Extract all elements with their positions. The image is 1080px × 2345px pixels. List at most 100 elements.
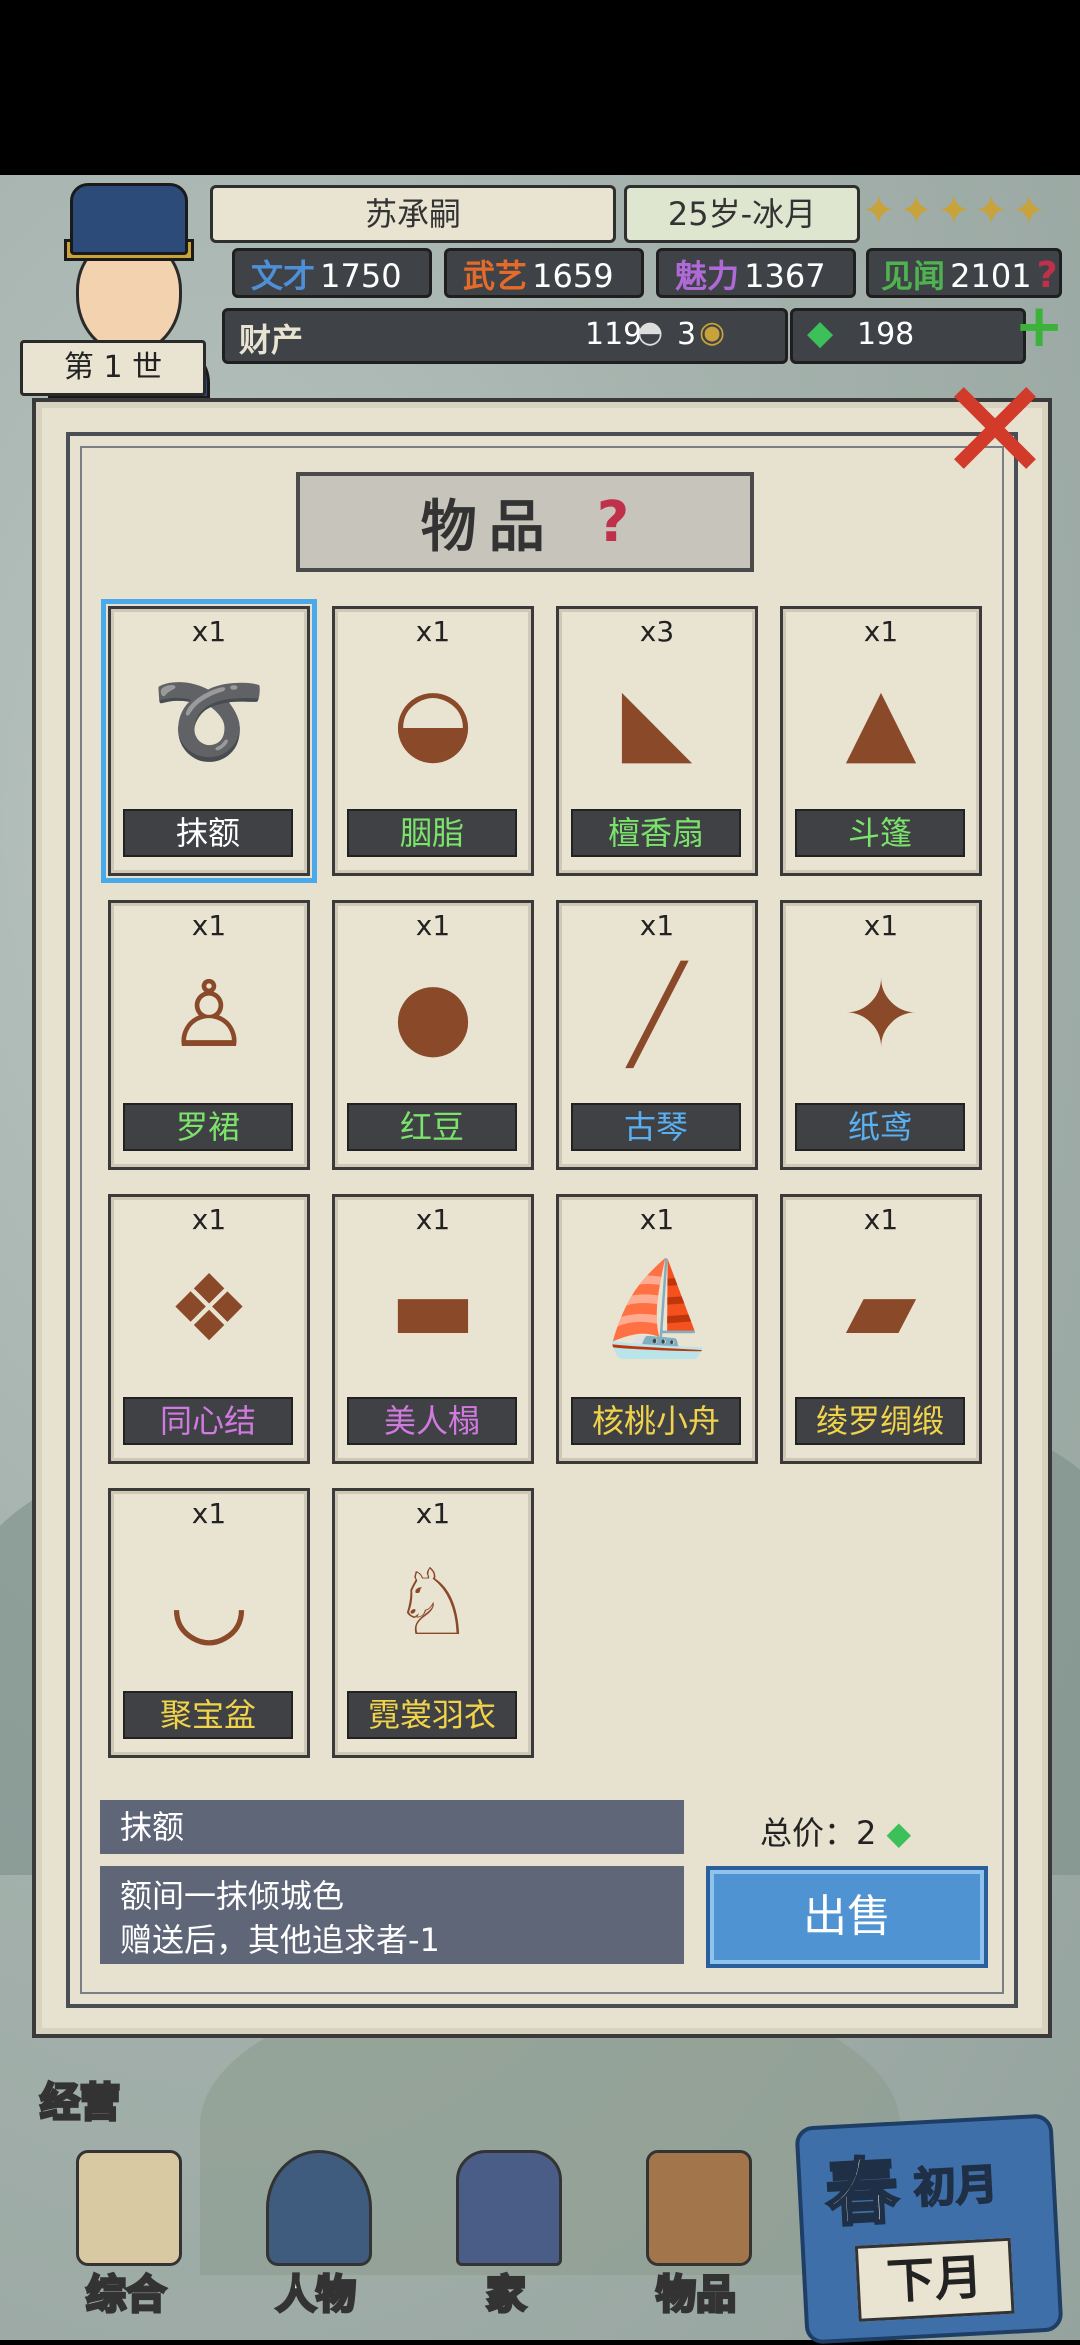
item-name: 抹额 [123, 809, 293, 857]
sell-button[interactable]: 出售 [706, 1866, 988, 1968]
daybed-icon: ▬ [389, 1255, 477, 1362]
season-label: 春 [822, 2146, 901, 2238]
add-jade-button[interactable]: + [1014, 296, 1064, 356]
stat-label: 魅力 [675, 257, 740, 295]
selected-item-name: 抹额 [100, 1800, 684, 1854]
help-icon[interactable]: ? [597, 490, 629, 555]
silk-rolls-icon: ▰ [845, 1255, 917, 1362]
tab-overview[interactable]: 综合 [46, 2140, 206, 2320]
overview-scroll-icon [76, 2150, 182, 2266]
ribbon-headband-icon: ➰ [151, 667, 267, 774]
item-card[interactable]: x1 ✦ 纸鸢 [780, 900, 982, 1170]
item-quantity: x1 [191, 909, 227, 942]
stats-help-icon[interactable]: ? [1037, 255, 1058, 296]
item-quantity: x1 [415, 909, 451, 942]
item-card[interactable]: x1 ▲ 斗篷 [780, 606, 982, 876]
item-quantity: x1 [863, 615, 899, 648]
item-card[interactable]: x1 ● 红豆 [332, 900, 534, 1170]
rank-stars: ✦ ✦ ✦ ✦ ✦ [862, 185, 1052, 237]
silver-ingot-icon: ◓ [637, 315, 664, 350]
stat-literary: 文才 1750 [232, 248, 432, 298]
stat-label: 文才 [251, 257, 316, 295]
tab-items[interactable]: 物品 [616, 2140, 776, 2320]
item-card[interactable]: x1 ❖ 同心结 [108, 1194, 310, 1464]
item-name: 檀香扇 [571, 809, 741, 857]
item-quantity: x3 [639, 615, 675, 648]
jade-icon: ◆ [886, 1814, 912, 1852]
item-card[interactable]: x1 ╱ 古琴 [556, 900, 758, 1170]
wealth-label: 财产 [239, 321, 304, 359]
wealth-bar: 财产 119 ◓ 3 ◉ [222, 308, 788, 364]
rank-star-icon: ✦ [1012, 188, 1046, 234]
item-name: 绫罗绸缎 [795, 1397, 965, 1445]
item-card[interactable]: x1 ▰ 绫罗绸缎 [780, 1194, 982, 1464]
item-card[interactable]: x1 ▬ 美人榻 [332, 1194, 534, 1464]
item-quantity: x1 [639, 1203, 675, 1236]
rank-star-icon: ✦ [937, 188, 971, 234]
next-month-button[interactable]: 春 初月 下月 [794, 2113, 1064, 2345]
cloak-icon: ▲ [845, 667, 917, 774]
feather-robe-icon: ♘ [391, 1549, 475, 1656]
stat-value: 1367 [744, 257, 826, 295]
item-card[interactable]: x1 ♙ 罗裙 [108, 900, 310, 1170]
item-quantity: x1 [863, 909, 899, 942]
kite-icon: ✦ [842, 961, 920, 1068]
next-month-label: 下月 [854, 2237, 1015, 2322]
item-name: 霓裳羽衣 [347, 1691, 517, 1739]
rouge-box-icon: ◒ [392, 667, 474, 774]
item-quantity: x1 [415, 1203, 451, 1236]
total-price: 总价：2 ◆ [760, 1808, 990, 1852]
item-name: 纸鸢 [795, 1103, 965, 1151]
dress-icon: ♙ [167, 961, 251, 1068]
panel-title-plaque: 物品 ? [296, 472, 754, 572]
item-card[interactable]: x1 ◡ 聚宝盆 [108, 1488, 310, 1758]
coin-amount: 3 [677, 317, 697, 352]
jade-icon: ◆ [807, 313, 834, 353]
total-price-label: 总价：2 [760, 1814, 877, 1852]
description-effect-line: 赠送后，其他追求者-1 [120, 1921, 440, 1959]
age-month-label: 25岁-冰月 [624, 185, 860, 243]
house-icon [456, 2150, 562, 2266]
chinese-knot-icon: ❖ [167, 1255, 251, 1362]
stat-value: 1750 [320, 257, 402, 295]
item-card[interactable]: x1 ◒ 胭脂 [332, 606, 534, 876]
item-quantity: x1 [639, 909, 675, 942]
tab-label: 物品 [655, 2270, 738, 2320]
tab-home[interactable]: 家 [426, 2140, 586, 2320]
character-icon [266, 2150, 372, 2266]
tab-label: 家 [485, 2270, 528, 2320]
stat-value: 1659 [532, 257, 614, 295]
close-icon[interactable]: ✕ [930, 362, 1060, 502]
rank-star-icon: ✦ [974, 188, 1009, 234]
item-name: 美人榻 [347, 1397, 517, 1445]
item-card[interactable]: x1 ⛵ 核桃小舟 [556, 1194, 758, 1464]
red-beans-sack-icon: ● [392, 961, 474, 1068]
manage-label: 经营 [39, 2078, 122, 2128]
item-card[interactable]: x1 ♘ 霓裳羽衣 [332, 1488, 534, 1758]
tab-character[interactable]: 人物 [236, 2140, 396, 2320]
item-name: 斗篷 [795, 809, 965, 857]
panel-title: 物品 [420, 493, 557, 560]
stat-label: 见闻 [881, 257, 946, 295]
rank-star-icon: ✦ [862, 188, 896, 234]
rank-star-icon: ✦ [899, 188, 934, 234]
description-line: 额间一抹倾城色 [120, 1877, 345, 1915]
item-card[interactable]: x3 ◣ 檀香扇 [556, 606, 758, 876]
silver-amount: 119 [585, 317, 643, 352]
folding-fan-icon: ◣ [621, 667, 693, 774]
treasure-bowl-icon: ◡ [168, 1549, 250, 1656]
item-name: 罗裙 [123, 1103, 293, 1151]
item-card[interactable]: x1 ➰ 抹额 [101, 599, 317, 883]
stat-label: 武艺 [463, 257, 528, 295]
tab-label: 综合 [85, 2270, 168, 2320]
player-name: 苏承嗣 [210, 185, 616, 243]
item-name: 胭脂 [347, 809, 517, 857]
stat-martial: 武艺 1659 [444, 248, 644, 298]
item-name: 同心结 [123, 1397, 293, 1445]
item-name: 古琴 [571, 1103, 741, 1151]
item-quantity: x1 [863, 1203, 899, 1236]
jade-amount: 198 [857, 317, 915, 352]
guqin-icon: ╱ [629, 961, 685, 1068]
item-quantity: x1 [415, 615, 451, 648]
walnut-boat-icon: ⛵ [599, 1255, 715, 1362]
